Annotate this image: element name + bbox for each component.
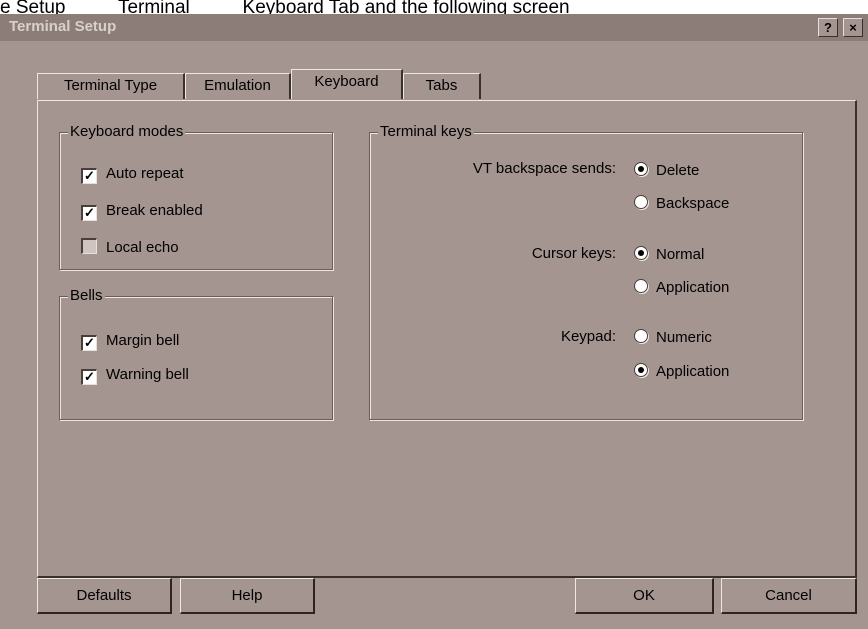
bells-legend: Bells [68, 287, 105, 304]
vt-backspace-delete-radio[interactable]: Delete [634, 162, 699, 182]
auto-repeat-checkbox[interactable]: ✓ Auto repeat [81, 165, 184, 185]
checkbox-label: Auto repeat [106, 165, 184, 182]
terminal-setup-dialog: Terminal Setup ? × Terminal Type Emulati… [0, 14, 868, 629]
checkbox-label: Warning bell [106, 366, 189, 383]
radio-label: Normal [656, 246, 705, 263]
keypad-numeric-radio[interactable]: Numeric [634, 329, 712, 349]
checkbox-label: Margin bell [106, 332, 180, 349]
margin-bell-checkbox[interactable]: ✓ Margin bell [81, 332, 179, 352]
vt-backspace-backspace-radio[interactable]: Backspace [634, 195, 729, 215]
tab-terminal-type[interactable]: Terminal Type [37, 73, 185, 99]
title-bar: Terminal Setup ? × [0, 14, 868, 41]
radio-label: Backspace [656, 195, 730, 212]
cancel-button[interactable]: Cancel [721, 578, 857, 614]
radio-label: Numeric [656, 329, 712, 346]
help-button[interactable]: Help [180, 578, 315, 614]
close-icon[interactable]: × [843, 18, 863, 37]
checkbox-box[interactable]: ✓ [81, 369, 97, 385]
terminal-keys-legend: Terminal keys [378, 123, 474, 140]
radio-circle[interactable] [634, 246, 648, 260]
keyboard-modes-legend: Keyboard modes [68, 123, 186, 140]
radio-label: Delete [656, 162, 700, 179]
terminal-keys-group: Terminal keys VT backspace sends: Delete… [369, 123, 803, 420]
ok-button[interactable]: OK [575, 578, 714, 614]
keypad-application-radio[interactable]: Application [634, 363, 729, 383]
radio-circle[interactable] [634, 162, 648, 176]
tab-tabs[interactable]: Tabs [403, 73, 481, 99]
tab-emulation[interactable]: Emulation [185, 73, 291, 99]
checkbox-label: Local echo [106, 239, 179, 256]
local-echo-checkbox[interactable]: Local echo [81, 238, 179, 258]
cursor-keys-normal-radio[interactable]: Normal [634, 246, 704, 266]
warning-bell-checkbox[interactable]: ✓ Warning bell [81, 366, 189, 386]
checkbox-box[interactable]: ✓ [81, 168, 97, 184]
radio-circle[interactable] [634, 279, 648, 293]
keyboard-tab-panel: Keyboard modes ✓ Auto repeat ✓ Break enabl… [37, 100, 857, 578]
tab-keyboard[interactable]: Keyboard [291, 69, 403, 99]
radio-label: Application [656, 363, 730, 380]
vt-backspace-label: VT backspace sends: [472, 160, 616, 177]
checkbox-label: Break enabled [106, 202, 203, 219]
keypad-label: Keypad: [560, 328, 616, 345]
checkbox-box[interactable] [81, 238, 97, 254]
radio-circle[interactable] [634, 195, 648, 209]
cursor-keys-label: Cursor keys: [531, 245, 616, 262]
cursor-keys-application-radio[interactable]: Application [634, 279, 729, 299]
radio-label: Application [656, 279, 730, 296]
help-icon[interactable]: ? [818, 18, 838, 37]
radio-circle[interactable] [634, 363, 648, 377]
checkbox-box[interactable]: ✓ [81, 335, 97, 351]
defaults-button[interactable]: Defaults [37, 578, 172, 614]
radio-circle[interactable] [634, 329, 648, 343]
bells-group: Bells ✓ Margin bell ✓ Warning bell [59, 287, 333, 420]
keyboard-modes-group: Keyboard modes ✓ Auto repeat ✓ Break enabl… [59, 123, 333, 270]
window-title: Terminal Setup [9, 18, 117, 35]
break-enabled-checkbox[interactable]: ✓ Break enabled [81, 202, 203, 222]
checkbox-box[interactable]: ✓ [81, 205, 97, 221]
